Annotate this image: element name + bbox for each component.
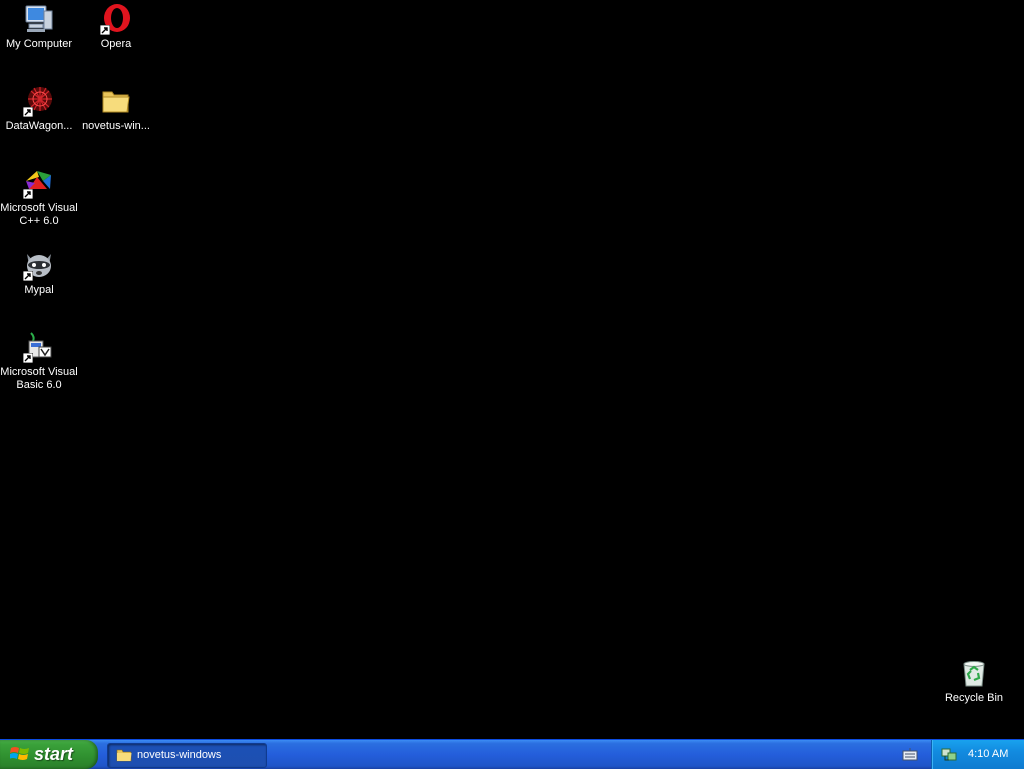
desktop: My Computer Opera DataWagon... novetus-w… <box>0 0 1024 739</box>
desktop-icon-datawagon[interactable]: DataWagon... <box>0 85 78 133</box>
my-computer-icon <box>23 3 55 35</box>
desktop-icon-label: Microsoft Visual Basic 6.0 <box>0 366 78 391</box>
desktop-icon-label: Recycle Bin <box>944 692 1004 704</box>
desktop-icon-visual-cpp[interactable]: Microsoft Visual C++ 6.0 <box>0 167 78 228</box>
desktop-icon-label: Mypal <box>24 284 54 296</box>
taskbar-button-novetus-windows[interactable]: novetus-windows <box>107 743 267 768</box>
folder-icon <box>100 85 132 117</box>
desktop-icon-label: novetus-win... <box>82 120 150 132</box>
taskbar-button-label: novetus-windows <box>137 749 222 761</box>
taskbar: start novetus-windows 4:10 AM <box>0 739 1024 769</box>
desktop-icon-opera[interactable]: Opera <box>77 3 155 51</box>
clock[interactable]: 4:10 AM <box>968 748 1008 760</box>
opera-icon <box>100 3 132 35</box>
start-button[interactable]: start <box>0 740 98 769</box>
desktop-icon-label: My Computer <box>5 38 73 50</box>
shortcut-arrow-icon <box>23 271 33 281</box>
desktop-icon-novetus-folder[interactable]: novetus-win... <box>77 85 155 133</box>
shortcut-arrow-icon <box>100 25 110 35</box>
mypal-icon <box>23 249 55 281</box>
start-label: start <box>34 744 74 764</box>
visual-basic-icon <box>23 331 55 363</box>
recycle-bin-icon <box>958 657 990 689</box>
shortcut-arrow-icon <box>23 107 33 117</box>
desktop-icon-label: Microsoft Visual C++ 6.0 <box>0 202 78 227</box>
desktop-icon-my-computer[interactable]: My Computer <box>0 3 78 51</box>
visual-cpp-icon <box>23 167 55 199</box>
shortcut-arrow-icon <box>23 353 33 363</box>
desktop-icon-label: Opera <box>100 38 132 50</box>
network-icon[interactable] <box>941 746 957 765</box>
shortcut-arrow-icon <box>23 189 33 199</box>
windows-flag-icon <box>9 745 30 768</box>
desktop-icon-label: DataWagon... <box>5 120 73 132</box>
desktop-icon-recycle-bin[interactable]: Recycle Bin <box>935 657 1013 705</box>
desktop-icon-mypal[interactable]: Mypal <box>0 249 78 297</box>
folder-icon <box>116 748 132 765</box>
datawagon-icon <box>23 85 55 117</box>
system-tray: 4:10 AM <box>931 740 1024 769</box>
keyboard-icon[interactable] <box>902 747 918 766</box>
desktop-icon-visual-basic[interactable]: Microsoft Visual Basic 6.0 <box>0 331 78 392</box>
